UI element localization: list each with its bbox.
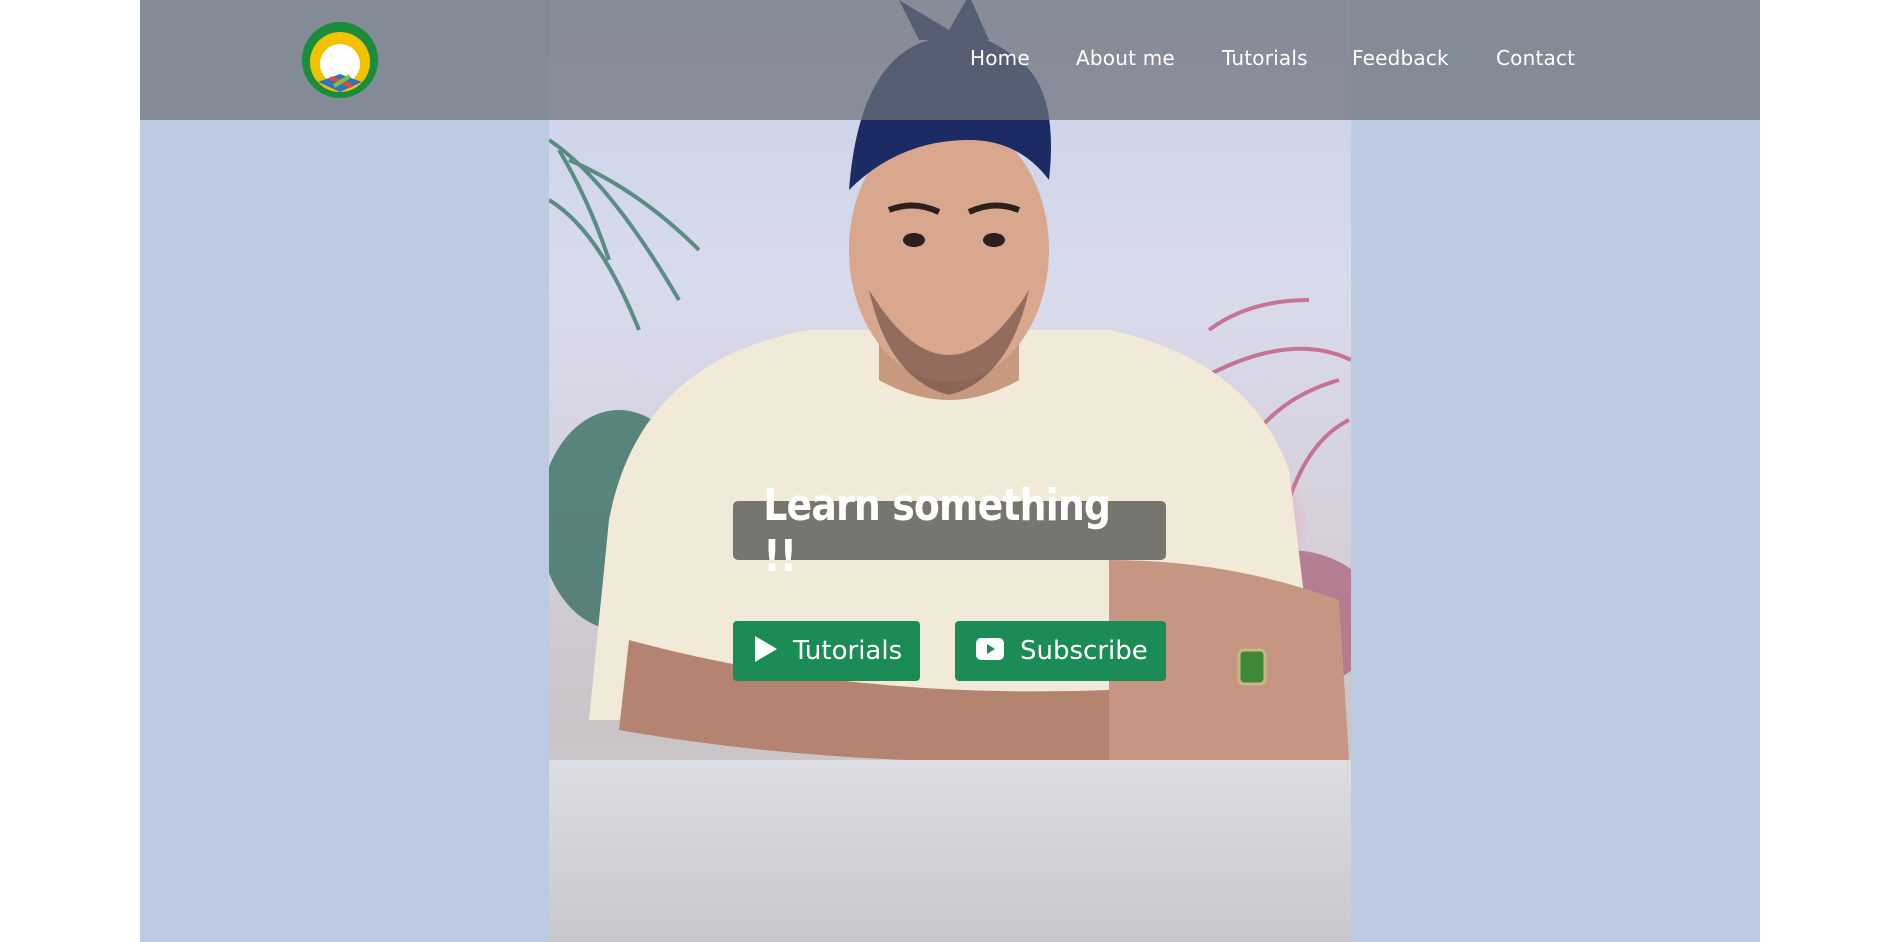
tutorials-button[interactable]: Tutorials bbox=[733, 621, 920, 681]
nav-item-tutorials[interactable]: Tutorials bbox=[1222, 46, 1308, 70]
hero-headline-box: Learn something !! bbox=[733, 480, 1166, 582]
nav-item-about-me[interactable]: About me bbox=[1076, 46, 1175, 70]
nav-item-feedback[interactable]: Feedback bbox=[1352, 46, 1449, 70]
nav-item-contact[interactable]: Contact bbox=[1496, 46, 1575, 70]
play-icon bbox=[755, 636, 777, 666]
site-logo[interactable] bbox=[300, 20, 380, 100]
subscribe-button[interactable]: Subscribe bbox=[955, 621, 1166, 681]
nav-item-home[interactable]: Home bbox=[970, 46, 1030, 70]
subscribe-button-label: Subscribe bbox=[1020, 636, 1148, 666]
tutorials-button-label: Tutorials bbox=[793, 636, 903, 666]
hero-headline: Learn something !! bbox=[763, 479, 1111, 582]
navbar: Home About me Tutorials Feedback Contact bbox=[140, 0, 1760, 120]
hero-portrait-image bbox=[549, 0, 1351, 942]
page: Home About me Tutorials Feedback Contact… bbox=[140, 0, 1760, 942]
youtube-icon bbox=[976, 638, 1004, 664]
